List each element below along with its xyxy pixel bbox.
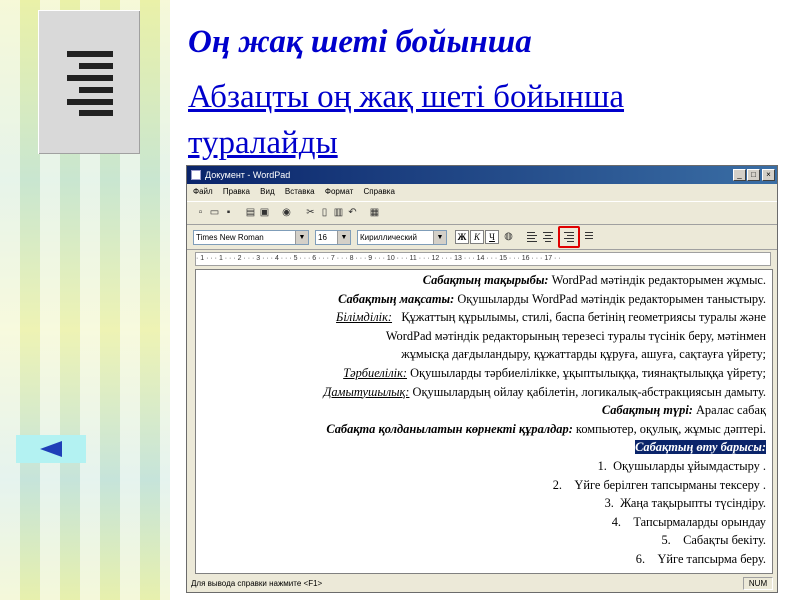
- line-text: Оқушыларды WordPad мәтіндік редакторымен…: [454, 291, 766, 306]
- slide-title: Оң жақ шеті бойынша: [188, 24, 532, 60]
- line-text: Оқушыларды тәрбиелілікке, ұқыптылыққа, т…: [407, 366, 766, 380]
- line-text: 5. Сабақты бекіту.: [661, 533, 766, 548]
- line-text: Аралас сабақ: [692, 403, 766, 418]
- document-line: 2. Үйге берілген тапсырманы тексеру .: [553, 478, 766, 493]
- document-line: Сабақтың тақырыбы: WordPad мәтіндік реда…: [423, 273, 766, 288]
- bold-button[interactable]: Ж: [455, 230, 469, 244]
- chevron-down-icon: ▼: [433, 231, 446, 244]
- line-text: 4. Тапсырмаларды орындау: [611, 514, 766, 529]
- align-right-highlight: [558, 226, 580, 248]
- line-underlined-label: Білімділік:: [336, 310, 393, 325]
- document-line: 6. Үйге тапсырма беру.: [636, 552, 766, 567]
- menu-bar: Файл Правка Вид Вставка Формат Справка: [187, 184, 777, 200]
- find-icon[interactable]: ◉: [281, 207, 292, 218]
- line-text: Оқушылардың ойлау қабілетін, логикалық-а…: [409, 384, 766, 399]
- document-line: Сабақтың өту барысы:: [635, 440, 766, 455]
- document-line: WordPad мәтіндік редакторының терезесі т…: [386, 329, 766, 344]
- line-text: 2. Үйге берілген тапсырманы тексеру .: [552, 477, 766, 492]
- document-line: 1. Оқушыларды ұйымдастыру .: [598, 459, 766, 474]
- selected-text: Сабақтың өту барысы:: [635, 440, 766, 455]
- new-document-icon[interactable]: ▫: [195, 207, 206, 218]
- menu-help[interactable]: Справка: [364, 187, 395, 196]
- italic-button[interactable]: К: [470, 230, 484, 244]
- insert-datetime-icon[interactable]: ▦: [369, 207, 380, 218]
- maximize-button[interactable]: □: [747, 169, 760, 181]
- document-line: Сабақтың мақсаты: Оқушыларды WordPad мәт…: [338, 292, 766, 307]
- line-underlined-label: Дамытушылық:: [323, 384, 410, 399]
- undo-icon[interactable]: ↶: [347, 207, 358, 218]
- script-select[interactable]: Кириллический ▼: [357, 230, 447, 245]
- status-bar: Для вывода справки нажмите <F1> NUM: [187, 576, 777, 592]
- window-title: Документ - WordPad: [205, 170, 291, 180]
- copy-icon[interactable]: ▯: [319, 207, 330, 218]
- save-icon[interactable]: ▪: [223, 207, 234, 218]
- line-underlined-label: Тәрбиелілік:: [343, 366, 408, 380]
- line-text: жұмысқа дағдыландыру, құжаттарды құруға,…: [401, 347, 766, 362]
- align-left-button[interactable]: [525, 230, 539, 244]
- arrow-left-icon: [40, 441, 62, 457]
- line-label: Сабақтың мақсаты:: [338, 291, 455, 306]
- line-text: WordPad мәтіндік редакторының терезесі т…: [385, 328, 766, 343]
- align-right-icon: [67, 51, 113, 116]
- line-label: Сабақта қолданылатын көрнекті құралдар:: [326, 421, 573, 436]
- standard-toolbar: ▫ ▭ ▪ ▤ ▣ ◉ ✂ ▯ ▥ ↶ ▦: [187, 201, 777, 225]
- title-bar: Документ - WordPad _ □ ×: [187, 166, 777, 184]
- document-line: Сабақтың түрі: Аралас сабақ: [602, 403, 766, 418]
- chevron-down-icon: ▼: [337, 231, 350, 244]
- font-name-select[interactable]: Times New Roman ▼: [193, 230, 309, 245]
- document-line: 3. Жаңа тақырыпты түсіндіру.: [605, 496, 766, 511]
- font-name-value: Times New Roman: [196, 233, 264, 242]
- status-message: Для вывода справки нажмите <F1>: [191, 579, 323, 588]
- font-size-value: 16: [318, 233, 327, 242]
- print-icon[interactable]: ▤: [245, 207, 256, 218]
- color-icon[interactable]: ◍: [503, 231, 514, 242]
- decorative-strip: [0, 0, 170, 600]
- document-line: 5. Сабақты бекіту.: [661, 533, 766, 548]
- underline-button[interactable]: Ч: [485, 230, 499, 244]
- font-size-select[interactable]: 16 ▼: [315, 230, 351, 245]
- menu-view[interactable]: Вид: [260, 187, 274, 196]
- slide-subtitle: Абзацты оң жақ шеті бойынша туралайды: [188, 79, 625, 161]
- align-center-button[interactable]: [541, 230, 555, 244]
- menu-edit[interactable]: Правка: [223, 187, 250, 196]
- document-area[interactable]: Сабақтың тақырыбы: WordPad мәтіндік реда…: [195, 269, 773, 574]
- document-line: 4. Тапсырмаларды орындау: [612, 515, 766, 530]
- menu-file[interactable]: Файл: [193, 187, 213, 196]
- ruler-scale: · 1 · · · 1 · · · 2 · · · 3 · · · 4 · · …: [196, 255, 561, 262]
- wordpad-window: Документ - WordPad _ □ × Файл Правка Вид…: [186, 165, 778, 593]
- bullets-button[interactable]: [581, 230, 595, 244]
- cut-icon[interactable]: ✂: [305, 207, 316, 218]
- document-line: Тәрбиелілік: Оқушыларды тәрбиелілікке, ұ…: [343, 366, 766, 381]
- menu-insert[interactable]: Вставка: [285, 187, 315, 196]
- script-value: Кириллический: [360, 233, 417, 242]
- line-label: Сабақтың түрі:: [601, 403, 693, 418]
- line-text: Құжаттың құрылымы, стилі, баспа бетінің …: [392, 310, 766, 325]
- line-text: 1. Оқушыларды ұйымдастыру .: [597, 459, 766, 473]
- line-label: Сабақтың тақырыбы:: [422, 273, 549, 287]
- wordpad-app-icon: [191, 170, 201, 180]
- minimize-button[interactable]: _: [733, 169, 746, 181]
- back-button[interactable]: [16, 435, 86, 463]
- document-line: жұмысқа дағдыландыру, құжаттарды құруға,…: [401, 347, 766, 362]
- align-right-tile: [38, 10, 140, 154]
- open-folder-icon[interactable]: ▭: [209, 207, 220, 218]
- ruler: · 1 · · · 1 · · · 2 · · · 3 · · · 4 · · …: [195, 252, 771, 266]
- num-lock-indicator: NUM: [743, 577, 773, 590]
- format-toolbar: Times New Roman ▼ 16 ▼ Кириллический ▼ Ж…: [187, 225, 777, 250]
- paste-icon[interactable]: ▥: [333, 207, 344, 218]
- line-text: 6. Үйге тапсырма беру.: [635, 552, 766, 566]
- close-button[interactable]: ×: [762, 169, 775, 181]
- document-line: Дамытушылық: Оқушылардың ойлау қабілетін…: [323, 385, 766, 400]
- document-line: Сабақта қолданылатын көрнекті құралдар: …: [326, 422, 766, 437]
- document-line: Білімділік: Құжаттың құрылымы, стилі, ба…: [336, 310, 766, 325]
- line-text: 3. Жаңа тақырыпты түсіндіру.: [604, 496, 766, 511]
- chevron-down-icon: ▼: [295, 231, 308, 244]
- line-text: компьютер, оқулық, жұмыс дәптері.: [572, 421, 766, 436]
- print-preview-icon[interactable]: ▣: [259, 207, 270, 218]
- menu-format[interactable]: Формат: [325, 187, 353, 196]
- line-text: WordPad мәтіндік редакторымен жұмыс.: [548, 273, 766, 287]
